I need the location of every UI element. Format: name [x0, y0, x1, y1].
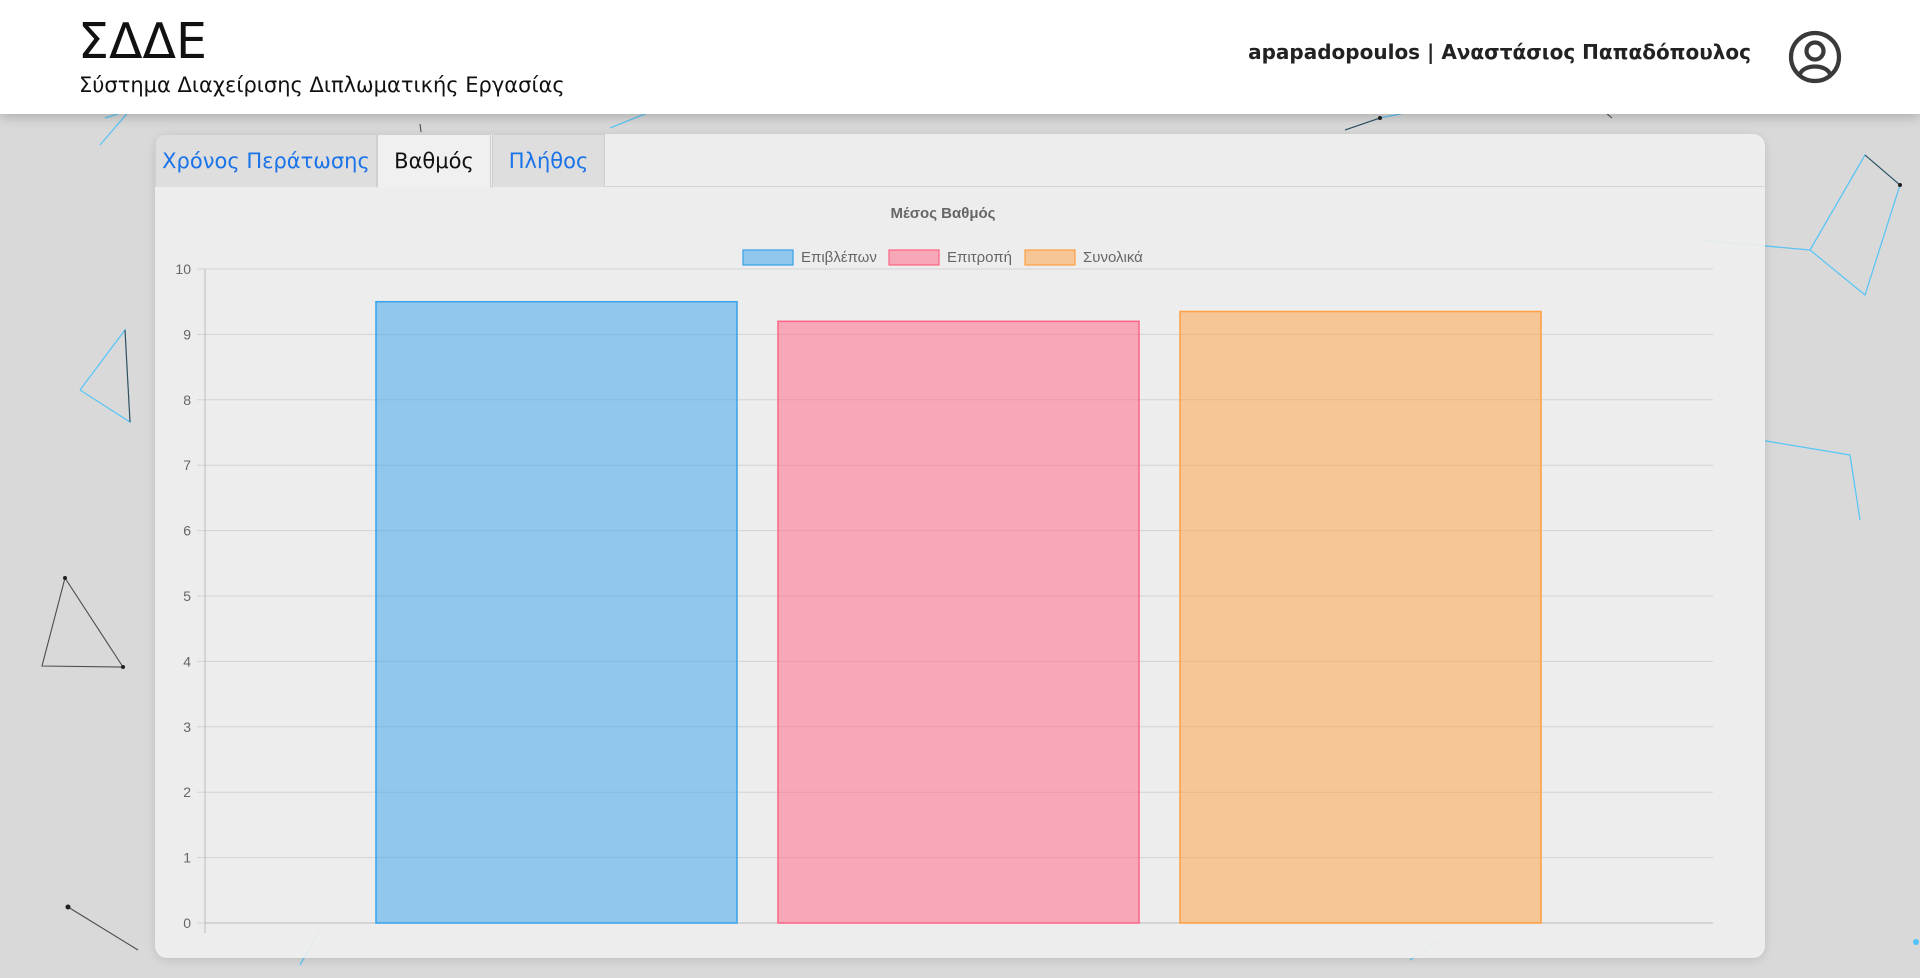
statistics-card: Χρόνος Περάτωσης Βαθμός Πλήθος Μέσος Βαθ… — [155, 134, 1765, 958]
y-tick-label: 5 — [183, 588, 191, 604]
legend-label: Επιβλέπων — [801, 249, 877, 266]
chart-legend: Επιβλέπων Επιτροπή Συνολικά — [742, 249, 1143, 266]
user-circle-icon[interactable] — [1788, 30, 1842, 84]
chart-bars — [375, 300, 1542, 924]
legend-swatch — [888, 249, 940, 266]
statistics-tabs: Χρόνος Περάτωσης Βαθμός Πλήθος — [155, 134, 1765, 188]
y-tick-label: 10 — [175, 261, 191, 277]
app-subtitle: Σύστημα Διαχείρισης Διπλωματικής Εργασία… — [79, 73, 565, 97]
y-tick-label: 9 — [183, 326, 191, 342]
user-name-label: apapadopoulos | Αναστάσιος Παπαδόπουλος — [1248, 40, 1751, 64]
y-tick-label: 4 — [183, 653, 191, 669]
bar-2 — [777, 320, 1140, 924]
app-title: ΣΔΔΕ — [78, 13, 207, 70]
tab-grade[interactable]: Βαθμός — [377, 134, 491, 188]
y-tick-label: 0 — [183, 915, 191, 931]
bar-1 — [375, 300, 738, 924]
y-tick-label: 1 — [183, 850, 191, 866]
average-grade-chart: Μέσος Βαθμός Επιβλέπων Επιτροπή Συνολικά 0… — [175, 205, 1713, 933]
legend-swatch — [742, 249, 794, 266]
bar-3 — [1179, 310, 1542, 924]
y-tick-label: 8 — [183, 392, 191, 408]
top-header: ΣΔΔΕ Σύστημα Διαχείρισης Διπλωματικής Ερ… — [0, 0, 1920, 114]
y-tick-label: 7 — [183, 457, 191, 473]
y-tick-label: 2 — [183, 784, 191, 800]
legend-swatch — [1024, 249, 1076, 266]
tab-count[interactable]: Πλήθος — [492, 134, 605, 187]
legend-label: Συνολικά — [1083, 249, 1143, 266]
y-tick-label: 3 — [183, 719, 191, 735]
legend-label: Επιτροπή — [947, 249, 1012, 266]
tab-completion-time[interactable]: Χρόνος Περάτωσης — [155, 134, 377, 187]
y-tick-label: 6 — [183, 523, 191, 539]
chart-title: Μέσος Βαθμός — [891, 205, 996, 222]
